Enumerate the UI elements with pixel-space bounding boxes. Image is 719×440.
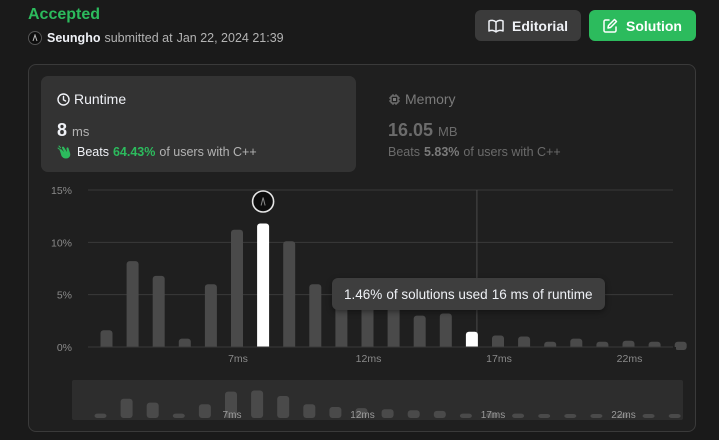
navigator-bar [303, 404, 316, 418]
navigator-bar [512, 413, 525, 418]
navigator-bar [407, 410, 420, 418]
tooltip-pct: 1.46% [344, 286, 383, 302]
navigator-bar [433, 410, 446, 418]
tooltip-text1: of solutions used [386, 286, 488, 302]
navigator-tick-label: 7ms [223, 410, 242, 421]
navigator-bar [642, 414, 655, 418]
navigator-tick-label: 22ms [611, 410, 635, 421]
navigator-tick-label: 17ms [481, 410, 505, 421]
submission-result: Accepted Seungho submitted at Jan 22, 20… [0, 0, 719, 440]
chart-tooltip: 1.46% of solutions used 16 ms of runtime [332, 278, 605, 310]
navigator-chart[interactable]: 7ms 12ms 17ms 22ms [0, 0, 719, 440]
tooltip-ms: 16 ms [491, 286, 529, 302]
navigator-bar [668, 414, 681, 418]
navigator-bar [251, 390, 264, 418]
navigator-tick-label: 12ms [350, 410, 374, 421]
navigator-bar [538, 414, 551, 418]
navigator-bar [172, 413, 185, 418]
navigator-bar [146, 402, 159, 418]
navigator-bar [94, 413, 107, 418]
navigator-bar [277, 396, 290, 418]
navigator-bar [564, 414, 577, 418]
navigator-bar [459, 413, 472, 418]
tooltip-text2: of runtime [532, 286, 593, 302]
navigator-bar [198, 404, 211, 418]
navigator-bar [381, 409, 394, 418]
navigator-bar [590, 414, 603, 418]
navigator-bar [120, 398, 133, 418]
navigator-bar [329, 407, 342, 418]
